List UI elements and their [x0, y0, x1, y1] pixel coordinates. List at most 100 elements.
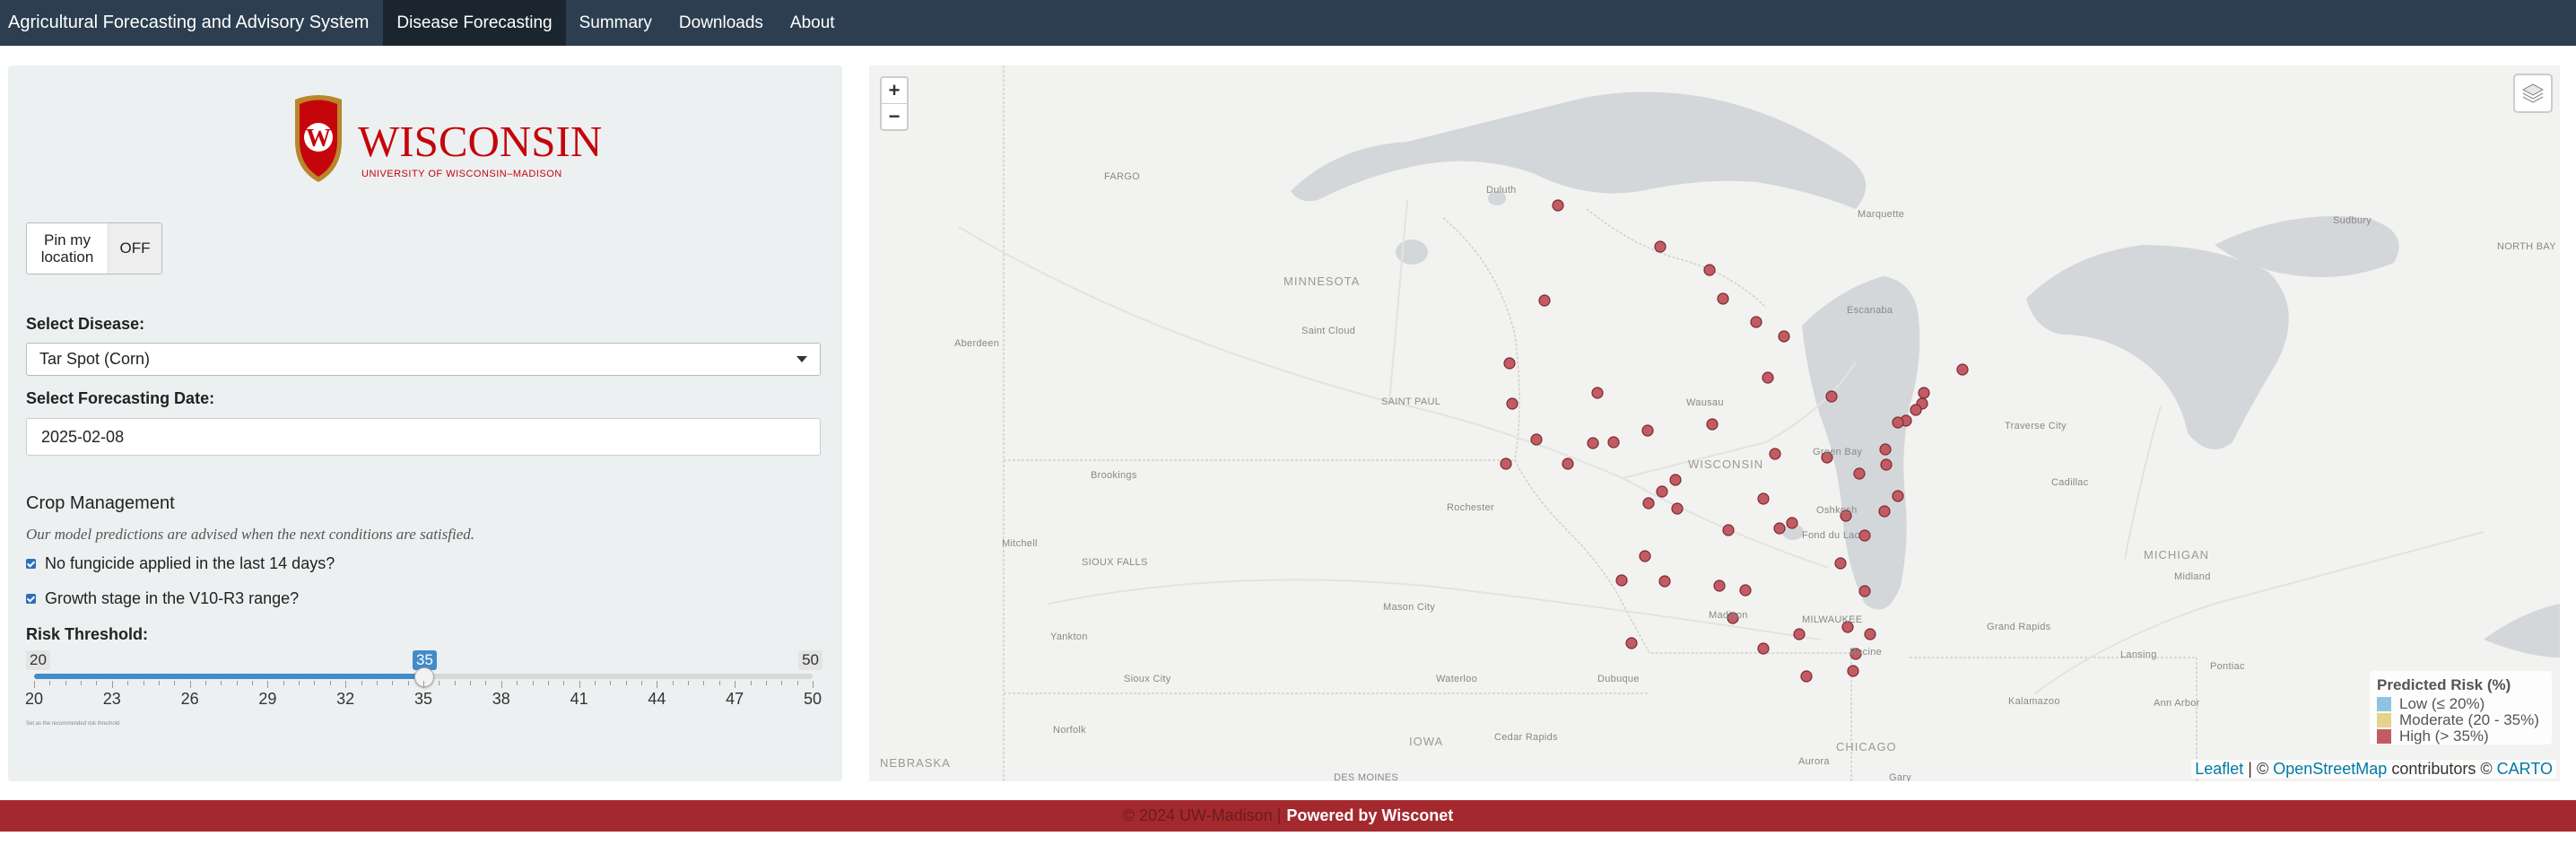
slider-minor-tick [314, 681, 316, 685]
station-marker[interactable] [1658, 575, 1671, 588]
station-marker[interactable] [1834, 557, 1847, 570]
slider-minor-tick [750, 681, 752, 685]
slider-minor-tick [361, 681, 362, 685]
tab-about[interactable]: About [777, 0, 849, 46]
station-marker[interactable] [1769, 448, 1781, 460]
station-marker[interactable] [1587, 437, 1599, 449]
zoom-in-button[interactable]: + [882, 78, 907, 103]
map-label-midland: Midland [2174, 571, 2211, 582]
station-marker[interactable] [1757, 642, 1770, 655]
layers-button[interactable] [2513, 74, 2553, 113]
station-marker[interactable] [1562, 457, 1574, 470]
station-marker[interactable] [1607, 436, 1620, 449]
station-marker[interactable] [1530, 433, 1543, 446]
station-marker[interactable] [1773, 522, 1786, 535]
station-marker[interactable] [1750, 316, 1762, 328]
map-label-sioux-falls: SIOUX FALLS [1082, 557, 1148, 568]
growth-stage-checkbox[interactable] [26, 594, 36, 604]
slider-major-tick [813, 681, 814, 688]
disease-select[interactable]: Tar Spot (Corn) [26, 343, 821, 376]
station-marker[interactable] [1918, 387, 1930, 399]
station-marker[interactable] [1538, 294, 1551, 307]
station-marker[interactable] [1762, 371, 1774, 384]
tab-summary[interactable]: Summary [566, 0, 666, 46]
station-marker[interactable] [1669, 474, 1682, 486]
station-marker[interactable] [1800, 670, 1813, 683]
carto-link[interactable]: CARTO [2497, 760, 2553, 778]
slider-handle[interactable] [414, 667, 434, 687]
station-marker[interactable] [1641, 424, 1654, 437]
slider-minor-tick [49, 681, 51, 685]
station-marker[interactable] [1910, 404, 1922, 416]
tab-disease-forecasting[interactable]: Disease Forecasting [383, 0, 566, 46]
risk-map[interactable]: FARGO Duluth MINNESOTA Saint Cloud Aberd… [869, 65, 2560, 781]
osm-link[interactable]: OpenStreetMap [2273, 760, 2387, 778]
risk-threshold-slider[interactable]: 20 50 35 20 23 26 29 32 35 38 41 44 47 50 Set as t… [25, 650, 824, 740]
station-marker[interactable] [1739, 584, 1752, 597]
sidebar-panel: W WISCONSIN UNIVERSITY OF WISCONSIN–MADI… [8, 65, 842, 781]
slider-minor-tick [796, 681, 798, 685]
station-marker[interactable] [1892, 416, 1904, 429]
legend-label-low: Low (≤ 20%) [2399, 695, 2485, 712]
station-marker[interactable] [1552, 199, 1564, 212]
station-marker[interactable] [1615, 574, 1628, 587]
fungicide-checkbox-row[interactable]: No fungicide applied in the last 14 days… [26, 554, 335, 573]
station-marker[interactable] [1778, 330, 1790, 343]
station-marker[interactable] [1880, 458, 1893, 471]
tab-downloads[interactable]: Downloads [666, 0, 777, 46]
station-marker[interactable] [1703, 264, 1716, 276]
station-marker[interactable] [1878, 505, 1891, 518]
station-marker[interactable] [1706, 418, 1719, 431]
station-marker[interactable] [1793, 628, 1806, 640]
slider-minor-tick [127, 681, 129, 685]
station-marker[interactable] [1591, 387, 1604, 399]
legend-item-moderate: Moderate (20 - 35%) [2377, 712, 2545, 728]
map-attribution: Leaflet | © OpenStreetMap contributors ©… [2191, 760, 2556, 779]
station-marker[interactable] [1858, 529, 1871, 542]
slider-max-label: 50 [798, 650, 822, 670]
station-marker[interactable] [1892, 490, 1904, 502]
map-label-duluth: Duluth [1486, 185, 1517, 196]
station-marker[interactable] [1853, 467, 1866, 480]
station-marker[interactable] [1671, 502, 1684, 515]
station-marker[interactable] [1864, 628, 1876, 640]
pin-location-label: Pin my location [27, 223, 109, 274]
station-marker[interactable] [1825, 390, 1838, 403]
slider-tick-label: 26 [180, 690, 199, 708]
station-marker[interactable] [1847, 665, 1859, 677]
station-marker[interactable] [1506, 397, 1519, 410]
leaflet-link[interactable]: Leaflet [2195, 760, 2243, 778]
map-label-saint-cloud: Saint Cloud [1301, 326, 1356, 336]
slider-tick-label: 29 [258, 690, 277, 708]
slider-minor-tick [594, 681, 596, 685]
station-marker[interactable] [1722, 524, 1735, 536]
station-marker[interactable] [1757, 492, 1770, 505]
growth-stage-checkbox-row[interactable]: Growth stage in the V10-R3 range? [26, 589, 299, 608]
station-marker[interactable] [1717, 292, 1729, 305]
station-marker[interactable] [1625, 637, 1638, 649]
station-marker[interactable] [1639, 550, 1651, 562]
station-marker[interactable] [1503, 357, 1516, 370]
forecast-date-input[interactable]: 2025-02-08 [26, 418, 821, 456]
station-marker[interactable] [1879, 443, 1892, 456]
map-label-aurora: Aurora [1798, 756, 1830, 767]
pin-location-state[interactable]: OFF [109, 223, 161, 274]
svg-text:W: W [306, 125, 331, 152]
slider-minor-tick [236, 681, 238, 685]
app-brand[interactable]: Agricultural Forecasting and Advisory Sy… [0, 0, 383, 46]
station-marker[interactable] [1858, 585, 1871, 597]
fungicide-checkbox[interactable] [26, 559, 36, 569]
zoom-out-button[interactable]: − [882, 103, 907, 129]
station-marker[interactable] [1956, 363, 1969, 376]
risk-threshold-label: Risk Threshold: [26, 625, 149, 643]
station-marker[interactable] [1642, 497, 1655, 510]
slider-minor-tick [407, 681, 409, 685]
station-marker[interactable] [1786, 517, 1798, 529]
station-marker[interactable] [1656, 485, 1668, 498]
station-marker[interactable] [1654, 240, 1667, 253]
slider-minor-tick [376, 681, 378, 685]
logo-subtitle: UNIVERSITY OF WISCONSIN–MADISON [361, 169, 562, 179]
pin-location-toggle[interactable]: Pin my location OFF [26, 222, 162, 274]
station-marker[interactable] [1713, 579, 1726, 592]
station-marker[interactable] [1500, 457, 1512, 470]
